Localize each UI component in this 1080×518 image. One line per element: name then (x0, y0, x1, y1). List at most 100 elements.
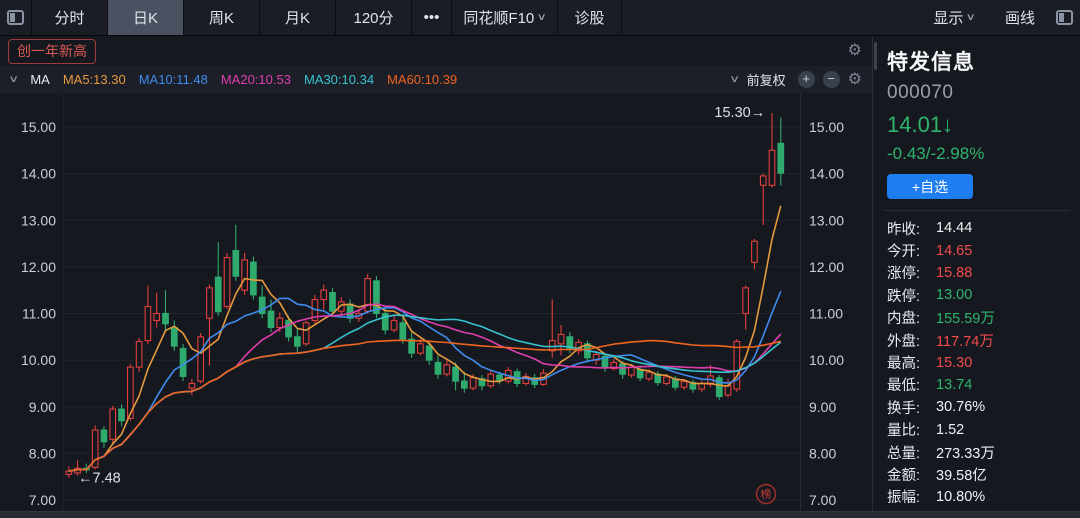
candlestick-chart-canvas[interactable]: 15.00 15.00 14.00 14.00 13.00 13.00 12.00 12.00… (0, 93, 872, 510)
svg-text:榜: 榜 (760, 486, 773, 501)
period-tabs: 分时 日K 周K 月K 120分 ••• 同花顺F10 ∨ 诊股 (32, 0, 622, 35)
adjust-mode-label[interactable]: 前复权 (747, 70, 786, 89)
stat-value: 273.33万 (936, 445, 995, 462)
chart-tool-buttons: 显示 ∨ 画线 (916, 0, 1048, 35)
current-price: 14.01↓ (887, 112, 954, 137)
svg-text:11.00: 11.00 (22, 306, 56, 322)
tab-label: 日K (132, 10, 158, 27)
svg-text:13.00: 13.00 (21, 212, 56, 228)
ma-values: ∨ MA MA5:13.30 MA10:11.48 MA20:10.53 MA30:1… (8, 72, 457, 87)
tabbar-spacer (622, 0, 916, 35)
stat-label: 跌停: (887, 288, 921, 305)
zoom-out-button[interactable]: − (822, 71, 840, 88)
svg-text:15.30→: 15.30→ (714, 105, 765, 121)
stat-label: 量比: (887, 423, 921, 440)
chevron-down-icon[interactable]: ∨ (8, 74, 19, 85)
stat-value: 15.88 (936, 264, 973, 281)
stat-row-9: 量比: 1.52 (887, 419, 1070, 441)
svg-text:12.00: 12.00 (21, 259, 56, 275)
panel-layout-left-button[interactable] (0, 0, 32, 35)
svg-text:15.00: 15.00 (809, 119, 844, 135)
tab-1[interactable]: 日K (108, 0, 184, 35)
new-high-badge: 创一年新高 (8, 38, 96, 64)
stat-value: 10.80% (936, 488, 986, 505)
panel-divider (883, 210, 1070, 211)
stat-value: 14.44 (936, 220, 973, 237)
tab-label: ••• (423, 9, 440, 26)
gear-icon[interactable]: ⚙ (848, 71, 862, 88)
svg-text:14.00: 14.00 (809, 166, 844, 182)
stat-row-11: 金额: 39.58亿 (887, 463, 1070, 485)
svg-text:15.00: 15.00 (21, 119, 56, 135)
tab-0[interactable]: 分时 (32, 0, 108, 35)
tab-label: 同花顺F10 (463, 10, 535, 27)
ma-items: MA5:13.30 MA10:11.48 MA20:10.53 MA30:10.34 M… (63, 72, 457, 87)
volume-pane-cutoff (0, 511, 1080, 518)
tab-label: 诊股 (574, 10, 605, 27)
stat-label: 总量: (887, 445, 921, 462)
tab-7[interactable]: 诊股 (558, 0, 622, 35)
svg-text:8.00: 8.00 (809, 445, 836, 461)
toolbar-0[interactable]: 显示 ∨ (916, 0, 992, 35)
svg-text:8.00: 8.00 (29, 445, 56, 461)
chevron-down-icon: ∨ (965, 12, 977, 23)
svg-text:11.00: 11.00 (809, 306, 843, 322)
stock-code: 000070 (887, 82, 954, 103)
add-watchlist-button[interactable]: +自选 (887, 174, 973, 199)
stat-value: 13.00 (936, 287, 973, 304)
stat-label: 最低: (887, 378, 921, 395)
ma-value-4: MA30:10.34 (303, 72, 375, 87)
tab-label: 月K (284, 10, 310, 27)
price-change: -0.43/-2.98% (887, 144, 985, 163)
grid-lines (63, 93, 801, 510)
chart-section: 创一年新高 ⚙ ∨ MA MA5:13.30 MA10:11.48 MA20:10.… (0, 36, 872, 511)
stat-label: 振幅: (887, 490, 921, 507)
chevron-down-icon[interactable]: ∨ (729, 74, 740, 85)
stat-label: 最高: (887, 356, 921, 373)
stat-row-5: 外盘: 117.74万 (887, 329, 1070, 351)
stat-value: 30.76% (936, 399, 986, 416)
svg-text:7.00: 7.00 (809, 492, 836, 508)
stat-row-10: 总量: 273.33万 (887, 441, 1070, 463)
candlestick-chart[interactable]: 15.00 15.00 14.00 14.00 13.00 13.00 12.00 12.00… (0, 93, 872, 510)
tab-2[interactable]: 周K (184, 0, 260, 35)
ma-value-1: MA5:13.30 (62, 72, 126, 87)
svg-text:13.00: 13.00 (809, 212, 844, 228)
panel-layout-right-button[interactable] (1048, 0, 1080, 35)
tab-6[interactable]: 同花顺F10 ∨ (452, 0, 558, 35)
stat-row-3: 跌停: 13.00 (887, 284, 1070, 306)
stock-app-window: 分时 日K 周K 月K 120分 ••• 同花顺F10 ∨ 诊股 显示 ∨ 画线 创一年新高 ⚙ ∨… (0, 0, 1080, 518)
stat-row-12: 振幅: 10.80% (887, 486, 1070, 508)
tab-label: 画线 (1004, 10, 1035, 27)
bang-stamp-icon[interactable]: 榜 (755, 483, 777, 505)
tab-4[interactable]: 120分 (336, 0, 412, 35)
stat-row-1: 今开: 14.65 (887, 239, 1070, 261)
chart-signal-row: 创一年新高 ⚙ (0, 36, 872, 66)
quote-panel: 特发信息 000070 14.01↓ -0.43/-2.98% +自选 昨收: 1… (872, 36, 1080, 518)
gear-icon[interactable]: ⚙ (848, 43, 862, 59)
stat-row-2: 涨停: 15.88 (887, 262, 1070, 284)
stat-value: 13.74 (936, 376, 973, 393)
stat-value: 14.65 (936, 242, 973, 259)
ma-value-5: MA60:10.39 (387, 72, 458, 87)
stat-value: 15.30 (936, 354, 973, 371)
tab-label: 120分 (353, 10, 394, 27)
toolbar-1[interactable]: 画线 (992, 0, 1048, 35)
stat-value: 1.52 (936, 421, 965, 438)
svg-text:10.00: 10.00 (21, 352, 56, 368)
panel-scrollbar[interactable] (874, 42, 877, 70)
svg-text:←7.48: ←7.48 (78, 471, 121, 487)
svg-text:9.00: 9.00 (809, 399, 836, 415)
period-tab-bar: 分时 日K 周K 月K 120分 ••• 同花顺F10 ∨ 诊股 显示 ∨ 画线 (0, 0, 1080, 36)
chevron-down-icon: ∨ (536, 12, 548, 23)
zoom-in-button[interactable]: + (797, 71, 815, 88)
ma-value-3: MA20:10.53 (220, 72, 291, 87)
tab-label: 显示 (933, 10, 964, 27)
tab-label: 周K (208, 10, 234, 27)
svg-text:10.00: 10.00 (809, 352, 844, 368)
panel-layout-icon (1055, 10, 1073, 25)
tab-5[interactable]: ••• (412, 0, 452, 35)
stat-row-4: 内盘: 155.59万 (887, 307, 1070, 329)
ma-group-label: MA (30, 72, 50, 87)
tab-3[interactable]: 月K (260, 0, 336, 35)
